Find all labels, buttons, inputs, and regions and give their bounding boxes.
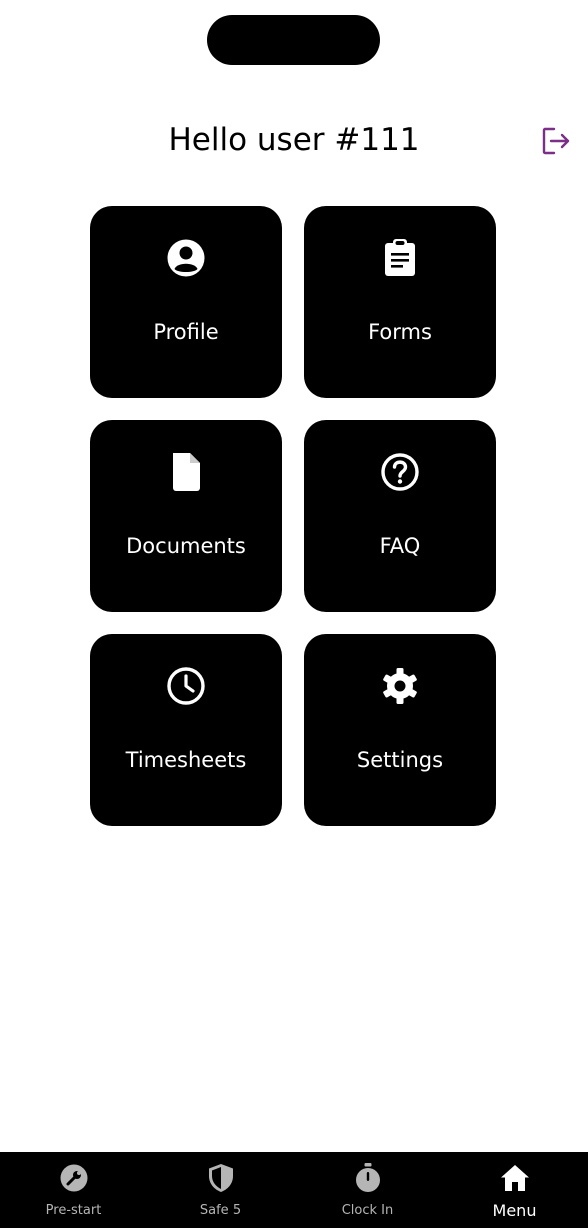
logout-icon — [542, 127, 570, 155]
nav-label: Pre-start — [45, 1203, 102, 1218]
document-icon — [173, 453, 200, 491]
status-notch — [207, 15, 380, 65]
nav-item-clock-in[interactable]: Clock In — [294, 1152, 441, 1228]
documents-tile[interactable]: Documents — [90, 420, 282, 612]
account-circle-icon — [167, 239, 205, 277]
home-icon — [501, 1165, 529, 1191]
nav-label: Safe 5 — [199, 1203, 242, 1218]
bottom-nav: Pre-start Safe 5 Clock In Menu — [0, 1152, 588, 1228]
tile-label: Timesheets — [125, 748, 247, 772]
nav-item-safe-5[interactable]: Safe 5 — [147, 1152, 294, 1228]
shield-icon — [209, 1164, 233, 1192]
tile-label: Settings — [356, 748, 444, 772]
logout-button[interactable] — [540, 125, 572, 157]
faq-tile[interactable]: FAQ — [304, 420, 496, 612]
gear-icon — [383, 668, 417, 704]
timesheets-tile[interactable]: Timesheets — [90, 634, 282, 826]
tile-label: Forms — [368, 320, 432, 344]
forms-tile[interactable]: Forms — [304, 206, 496, 398]
page-title: Hello user #111 — [168, 122, 420, 158]
help-circle-icon — [381, 453, 419, 491]
tile-label: Profile — [153, 320, 219, 344]
nav-label: Menu — [492, 1201, 537, 1220]
settings-tile[interactable]: Settings — [304, 634, 496, 826]
nav-item-pre-start[interactable]: Pre-start — [0, 1152, 147, 1228]
nav-item-menu[interactable]: Menu — [441, 1152, 588, 1228]
nav-label: Clock In — [341, 1203, 394, 1218]
clock-icon — [167, 667, 205, 705]
clipboard-icon — [385, 239, 415, 276]
stopwatch-icon — [356, 1163, 380, 1192]
tile-label: Documents — [126, 534, 246, 558]
profile-tile[interactable]: Profile — [90, 206, 282, 398]
tile-label: FAQ — [379, 534, 421, 558]
wrench-icon — [60, 1164, 88, 1192]
